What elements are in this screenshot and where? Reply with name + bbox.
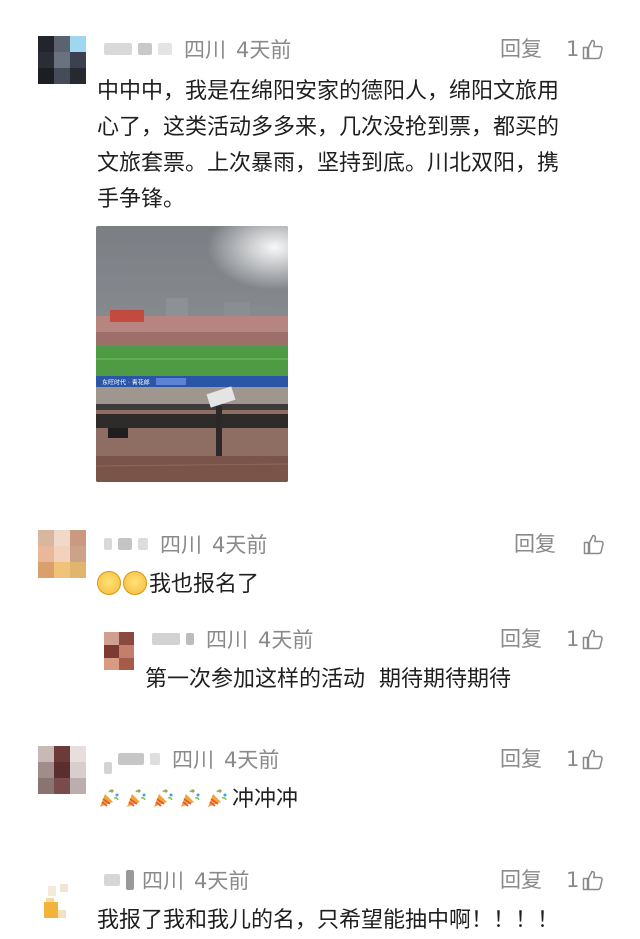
comment-meta: 四川 4天前	[104, 864, 249, 896]
comment-text: 我报了我和我儿的名，只希望能抽中啊！！！！	[97, 908, 560, 933]
smile-emoji-icon	[97, 571, 121, 595]
avatar[interactable]	[104, 632, 134, 670]
comment-text: 中中中，我是在绵阳安家的德阳人，绵阳文旅用 心了，这类活动多多来，几次没抢到票，…	[97, 74, 617, 218]
username-blurred[interactable]	[152, 633, 180, 645]
reply-button[interactable]: 回复	[500, 623, 542, 655]
location-label: 四川	[184, 38, 226, 62]
username-blurred[interactable]	[158, 43, 172, 55]
reply-button[interactable]: 回复	[500, 864, 542, 896]
avatar[interactable]	[38, 36, 86, 84]
comment-text-line: 心了，这类活动多多来，几次没抢到票，都买的	[97, 115, 560, 140]
party-popper-emoji-icon	[154, 789, 173, 807]
comment-text-content: 冲冲冲	[232, 787, 299, 812]
reply-button[interactable]: 回复	[514, 528, 556, 560]
reply-text: 第一次参加这样的活动 期待期待期待	[145, 667, 511, 692]
comment-text: 冲冲冲	[97, 782, 617, 818]
username-blurred[interactable]	[118, 753, 144, 765]
ad-board-text: 东旺时代 · 青花郎	[102, 379, 150, 387]
comment-meta: 四川 4天前	[104, 528, 267, 560]
stadium-photo-image: 东旺时代 · 青花郎	[96, 226, 288, 482]
like-button[interactable]: 1	[566, 623, 605, 655]
timestamp: 4天前	[236, 38, 292, 62]
comment-text-line: 文旅套票。上次暴雨，坚持到底。川北双阳，携	[97, 151, 560, 176]
username-blurred[interactable]	[138, 538, 148, 550]
comment-text: 我也报名了	[97, 567, 617, 603]
thumbs-up-icon	[583, 534, 604, 555]
like-count: 1	[566, 37, 580, 61]
comment-text-line: 中中中，我是在绵阳安家的德阳人，绵阳文旅用	[97, 79, 560, 104]
username-blurred[interactable]	[104, 762, 112, 774]
thumbs-up-icon	[583, 749, 604, 770]
username-blurred[interactable]	[126, 870, 134, 890]
username-blurred[interactable]	[118, 538, 132, 550]
username-blurred[interactable]	[138, 43, 152, 55]
like-button[interactable]: 1	[566, 864, 605, 896]
reply-button[interactable]: 回复	[500, 33, 542, 65]
thumbs-up-icon	[583, 870, 604, 891]
avatar[interactable]	[38, 530, 86, 578]
comment-photo[interactable]: 东旺时代 · 青花郎	[96, 226, 288, 482]
reply-button[interactable]: 回复	[500, 743, 542, 775]
timestamp: 4天前	[224, 748, 280, 772]
thumbs-up-icon	[583, 39, 604, 60]
like-button[interactable]: 1	[566, 33, 605, 65]
comment-text-line: 手争锋。	[97, 187, 186, 212]
username-blurred[interactable]	[186, 633, 194, 645]
timestamp: 4天前	[194, 869, 250, 893]
like-button[interactable]: 1	[566, 743, 605, 775]
like-count: 1	[566, 627, 580, 651]
location-label: 四川	[142, 869, 184, 893]
avatar[interactable]	[38, 880, 86, 920]
comment-meta: 四川 4天前	[104, 743, 279, 775]
party-popper-emoji-icon	[100, 789, 119, 807]
party-popper-emoji-icon	[208, 789, 227, 807]
comment-text-content: 我也报名了	[149, 572, 260, 597]
username-blurred[interactable]	[150, 753, 160, 765]
smile-emoji-icon	[123, 571, 147, 595]
username-blurred[interactable]	[104, 538, 112, 550]
thumbs-up-icon	[583, 629, 604, 650]
location-label: 四川	[160, 533, 202, 557]
comment-meta: 四川 4天前	[104, 33, 291, 65]
timestamp: 4天前	[212, 533, 268, 557]
party-popper-emoji-icon	[181, 789, 200, 807]
location-label: 四川	[172, 748, 214, 772]
reply-meta: 四川 4天前	[152, 623, 313, 655]
party-popper-emoji-icon	[127, 789, 146, 807]
username-blurred[interactable]	[104, 874, 120, 886]
timestamp: 4天前	[258, 628, 314, 652]
like-count: 1	[566, 747, 580, 771]
username-blurred[interactable]	[104, 43, 132, 55]
location-label: 四川	[206, 628, 248, 652]
like-count: 1	[566, 868, 580, 892]
like-button[interactable]	[580, 528, 606, 560]
avatar[interactable]	[38, 746, 86, 794]
